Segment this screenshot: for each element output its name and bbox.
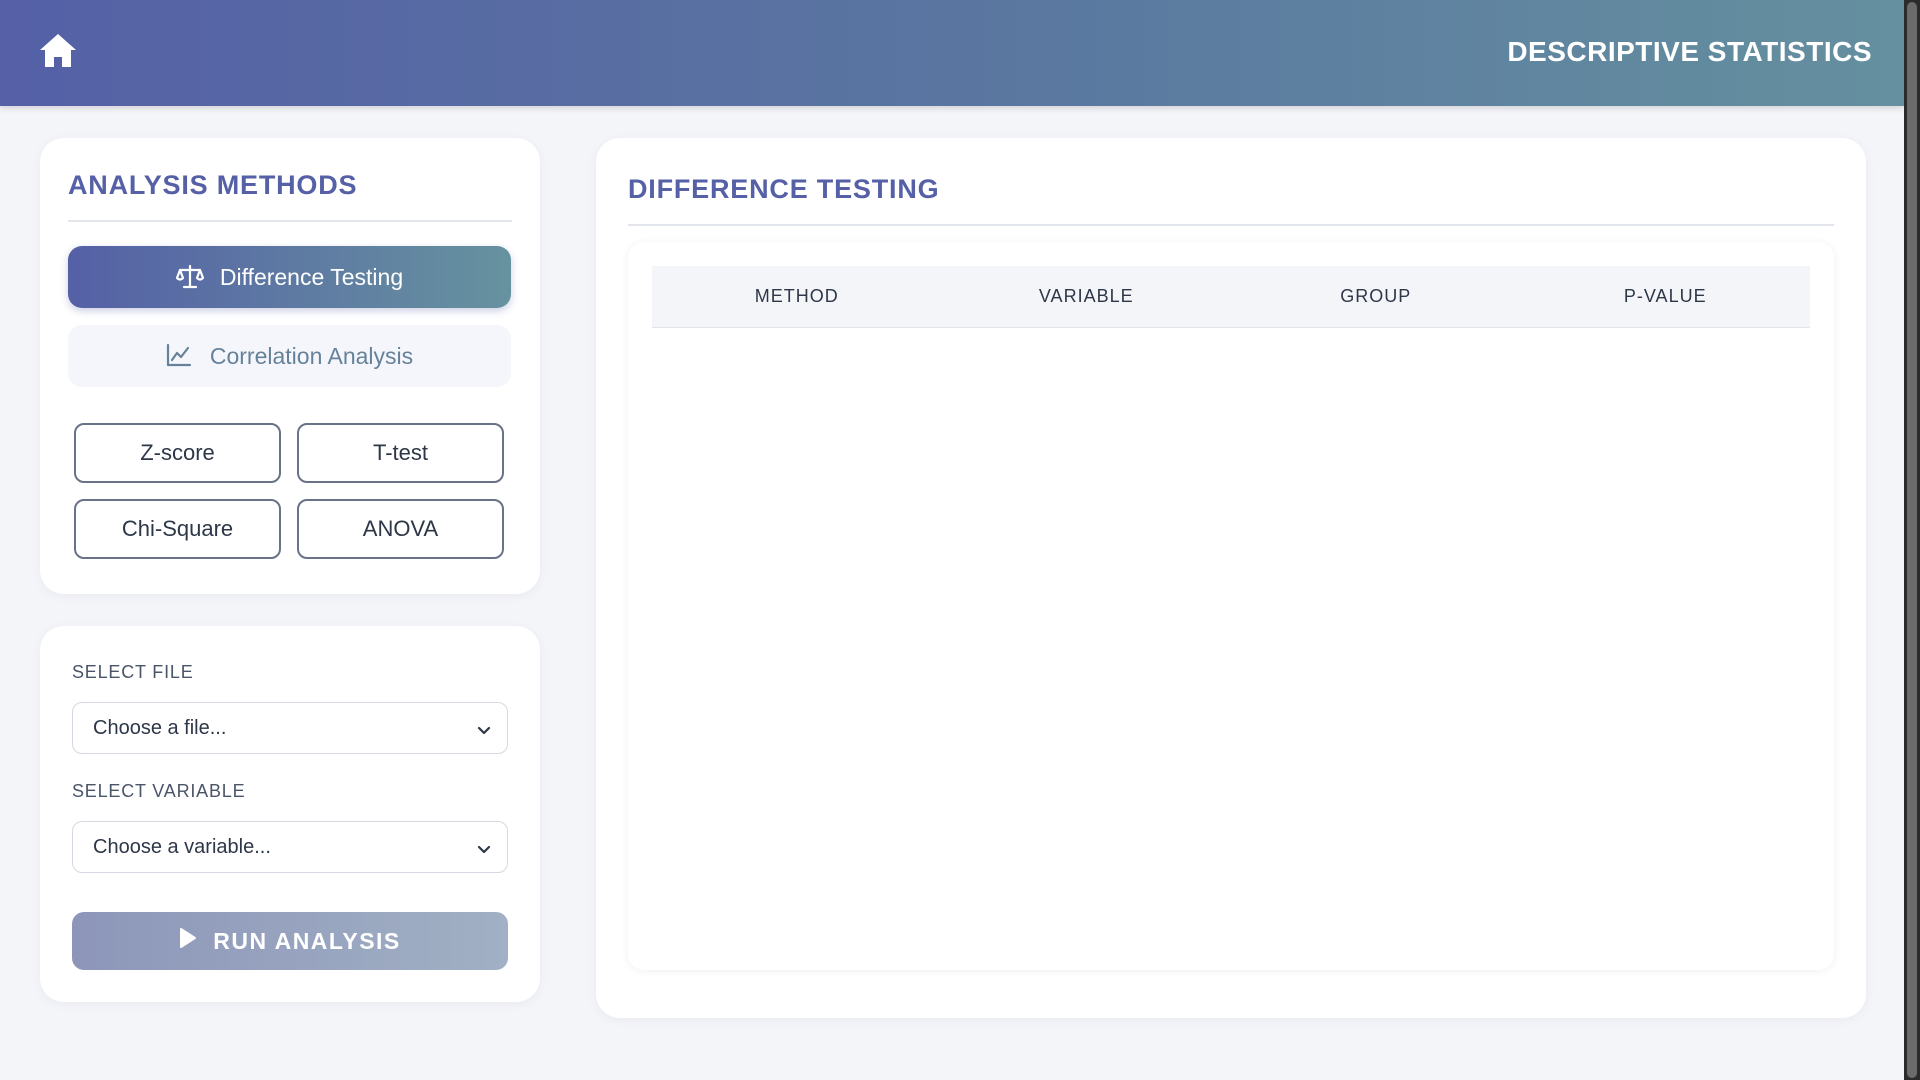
divider bbox=[628, 224, 1834, 226]
select-variable-label: SELECT VARIABLE bbox=[72, 781, 246, 801]
tab-correlation-analysis[interactable]: Correlation Analysis bbox=[68, 325, 511, 387]
chi-square-button[interactable]: Chi-Square bbox=[74, 499, 281, 559]
chevron-down-icon bbox=[477, 840, 491, 854]
divider bbox=[68, 220, 512, 222]
results-title: DIFFERENCE TESTING bbox=[628, 174, 940, 204]
tab-correlation-analysis-label: Correlation Analysis bbox=[209, 342, 414, 369]
selection-card: SELECT FILE Choose a file... SELECT VARI… bbox=[40, 626, 540, 1002]
variable-select-value: Choose a variable... bbox=[93, 835, 271, 858]
column-header-group[interactable]: GROUP bbox=[1231, 266, 1521, 327]
select-file-label: SELECT FILE bbox=[72, 662, 194, 682]
anova-button[interactable]: ANOVA bbox=[297, 499, 504, 559]
page-scrollbar[interactable] bbox=[1904, 0, 1920, 1080]
top-header: DESCRIPTIVE STATISTICS bbox=[0, 0, 1904, 106]
z-score-button[interactable]: Z-score bbox=[74, 423, 281, 483]
line-chart-icon bbox=[166, 343, 194, 369]
column-header-p-value[interactable]: P-VALUE bbox=[1521, 266, 1811, 327]
analysis-methods-card: ANALYSIS METHODS Difference Testing Corr… bbox=[40, 138, 540, 594]
home-icon[interactable] bbox=[38, 32, 78, 70]
results-card: DIFFERENCE TESTING METHOD VARIABLE GROUP… bbox=[596, 138, 1866, 1018]
column-header-method[interactable]: METHOD bbox=[652, 266, 942, 327]
file-select[interactable]: Choose a file... bbox=[72, 702, 508, 754]
run-analysis-button[interactable]: RUN ANALYSIS bbox=[72, 912, 508, 970]
t-test-button[interactable]: T-test bbox=[297, 423, 504, 483]
play-icon bbox=[179, 927, 197, 955]
tab-difference-testing[interactable]: Difference Testing bbox=[68, 246, 511, 308]
analysis-methods-title: ANALYSIS METHODS bbox=[68, 170, 358, 200]
column-header-variable[interactable]: VARIABLE bbox=[942, 266, 1232, 327]
balance-scale-icon bbox=[175, 264, 204, 290]
variable-select[interactable]: Choose a variable... bbox=[72, 821, 508, 873]
run-analysis-label: RUN ANALYSIS bbox=[213, 927, 401, 954]
chevron-down-icon bbox=[477, 721, 491, 735]
results-table: METHOD VARIABLE GROUP P-VALUE bbox=[628, 242, 1834, 970]
table-header-row: METHOD VARIABLE GROUP P-VALUE bbox=[652, 266, 1810, 328]
app-title: DESCRIPTIVE STATISTICS bbox=[1507, 36, 1872, 67]
file-select-value: Choose a file... bbox=[93, 716, 227, 739]
scrollbar-thumb[interactable] bbox=[1907, 2, 1917, 1078]
tab-difference-testing-label: Difference Testing bbox=[219, 263, 404, 290]
